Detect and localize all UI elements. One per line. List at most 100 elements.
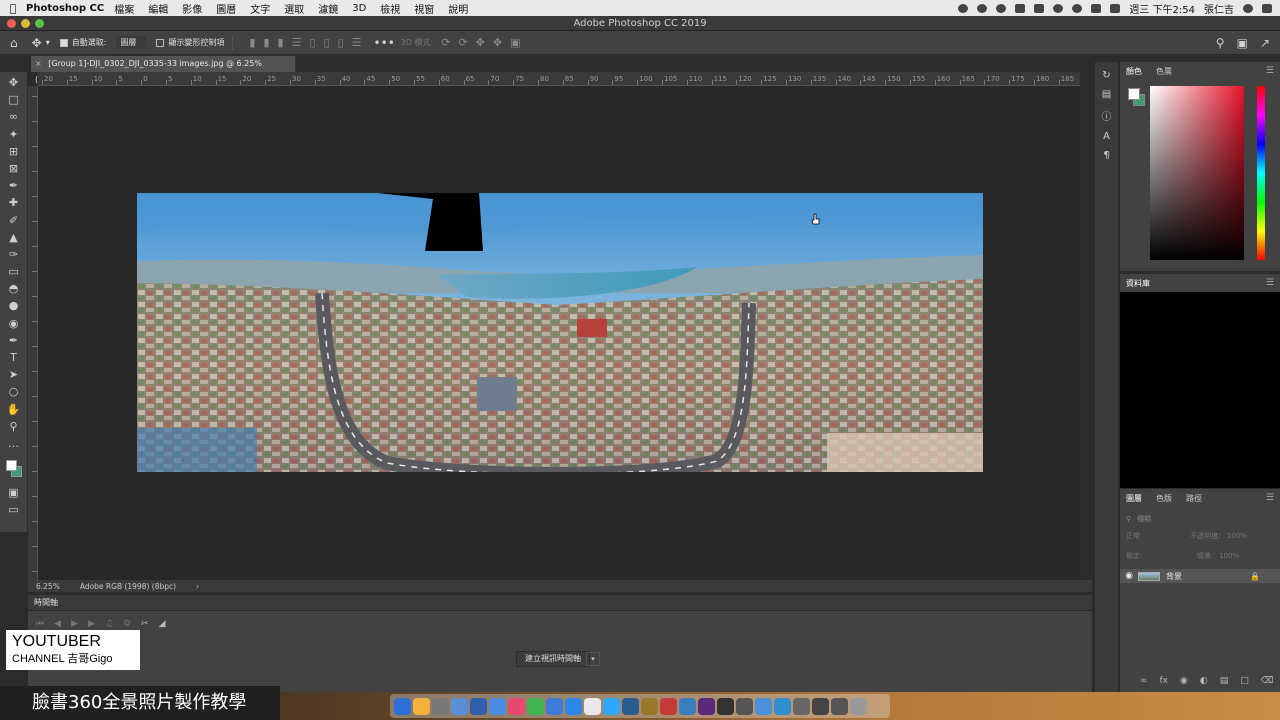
move-tool-icon[interactable]: ✥ [5, 74, 23, 91]
clock[interactable]: 週三 下午2:54 [1129, 1, 1195, 16]
m-app-icon[interactable] [660, 697, 677, 715]
menu-help[interactable]: 說明 [448, 1, 468, 16]
marquee-tool-icon[interactable]: □ [5, 91, 23, 108]
menu-layer[interactable]: 圖層 [216, 1, 236, 16]
share-icon[interactable]: ↗ [1260, 36, 1270, 50]
lasso-tool-icon[interactable]: ∞ [5, 108, 23, 125]
history-icon[interactable]: ↻ [1102, 70, 1110, 81]
timeline-title[interactable]: 時間軸 [34, 598, 58, 607]
creative-cloud-icon[interactable] [996, 3, 1007, 13]
menu-edit[interactable]: 編輯 [148, 1, 168, 16]
new-layer-icon[interactable]: □ [1240, 676, 1249, 686]
zoom-level[interactable]: 6.25% [36, 582, 60, 591]
audio-icon[interactable]: ♫ [105, 619, 113, 629]
blur-tool-icon[interactable]: ● [5, 297, 23, 314]
orbit-3d-icon[interactable]: ⟳ [441, 36, 450, 49]
play-icon[interactable]: ▶ [71, 619, 78, 629]
history-brush-tool-icon[interactable]: ✑ [5, 246, 23, 263]
menu-filter[interactable]: 濾鏡 [318, 1, 338, 16]
info-icon[interactable]: ⓘ [1102, 108, 1112, 123]
search-icon[interactable]: ⚲ [1216, 36, 1225, 50]
drag-3d-icon[interactable]: ✥ [476, 36, 485, 49]
menu-select[interactable]: 選取 [284, 1, 304, 16]
group-icon[interactable]: ▤ [1220, 676, 1229, 686]
sync-icon[interactable] [977, 3, 988, 13]
document-tab[interactable]: × [Group 1]-DJI_0302_DJI_0335-33 images.… [31, 56, 296, 84]
align-left-icon[interactable]: ▮ [249, 36, 255, 49]
hand-tool-icon[interactable]: ✋ [5, 401, 23, 418]
align-middle-icon[interactable]: ▯ [324, 36, 330, 49]
adjustment-layer-icon[interactable]: ◐ [1200, 676, 1208, 686]
healing-tool-icon[interactable]: ✚ [5, 194, 23, 211]
paragraph-icon[interactable]: ¶ [1103, 150, 1109, 161]
dodge-tool-icon[interactable]: ◉ [5, 315, 23, 332]
lightroom-icon[interactable] [622, 697, 639, 715]
menu-3d[interactable]: 3D [352, 3, 366, 14]
type-tool-icon[interactable]: T [5, 349, 23, 366]
quick-mask-icon[interactable]: ▣ [5, 484, 23, 501]
appstore-icon[interactable] [546, 697, 563, 715]
create-video-timeline-button[interactable]: 建立視訊時間軸 [516, 651, 590, 667]
prev-frame-icon[interactable]: ◀ [54, 619, 61, 629]
chrome-icon[interactable] [584, 697, 601, 715]
app2-icon[interactable] [755, 697, 772, 715]
music-icon[interactable] [508, 697, 525, 715]
apple-icon[interactable]:  [0, 2, 26, 15]
foreground-color-chip[interactable] [1128, 88, 1140, 100]
app-menu[interactable]: Photoshop CC [26, 3, 104, 14]
premiere-icon[interactable] [698, 697, 715, 715]
messenger-icon[interactable] [565, 697, 582, 715]
tab-color[interactable]: 顏色 [1126, 66, 1142, 77]
layer-kind-dropdown[interactable]: 種類 [1137, 514, 1151, 524]
mask-icon[interactable]: ◉ [1180, 676, 1188, 686]
bluetooth-icon[interactable] [1053, 3, 1064, 13]
layer-filter[interactable]: ⚲ 種類 [1126, 513, 1274, 525]
crop-tool-icon[interactable]: ⊞ [5, 143, 23, 160]
mail-icon[interactable] [489, 697, 506, 715]
align-top-icon[interactable]: ▯ [309, 36, 315, 49]
finder-window-icon[interactable] [679, 697, 696, 715]
panel-menu-icon[interactable]: ☰ [1266, 278, 1274, 288]
close-tab-icon[interactable]: × [35, 59, 42, 68]
tab-paths[interactable]: 路徑 [1186, 493, 1202, 504]
roll-3d-icon[interactable]: ⟳ [458, 36, 467, 49]
menu-type[interactable]: 文字 [250, 1, 270, 16]
fill-value[interactable]: 100% [1219, 552, 1239, 560]
more-options-icon[interactable]: ••• [374, 36, 395, 50]
align-bottom-icon[interactable]: ▯ [338, 36, 344, 49]
align-center-icon[interactable]: ▮ [263, 36, 269, 49]
chevron-down-icon[interactable]: ▾ [46, 38, 50, 47]
distribute-icon[interactable]: ☰ [292, 36, 302, 49]
chevron-right-icon[interactable]: › [196, 582, 199, 591]
eye-icon[interactable]: ◉ [1120, 571, 1138, 581]
brush-tool-icon[interactable]: ✐ [5, 212, 23, 229]
menu-image[interactable]: 影像 [182, 1, 202, 16]
notes-icon[interactable] [413, 697, 430, 715]
chevron-down-icon[interactable]: ▾ [586, 652, 600, 666]
wifi-icon[interactable] [1072, 3, 1083, 13]
move-tool-icon[interactable]: ✥ [32, 36, 42, 50]
menu-window[interactable]: 視窗 [414, 1, 434, 16]
panorama-image[interactable] [137, 193, 983, 472]
app-icon[interactable] [736, 697, 753, 715]
zoom-window-button[interactable] [35, 19, 44, 28]
show-transform-checkbox[interactable] [156, 38, 165, 47]
panel-menu-icon[interactable]: ☰ [1266, 66, 1274, 76]
link-icon[interactable]: ∞ [1140, 676, 1148, 686]
scale-3d-icon[interactable]: ▣ [510, 36, 520, 49]
blend-mode-dropdown[interactable]: 正常 [1126, 532, 1140, 540]
color-swatches[interactable] [4, 458, 24, 478]
tab-swatches[interactable]: 色票 [1156, 66, 1172, 77]
minimize-window-button[interactable] [21, 19, 30, 28]
auto-select-dropdown[interactable]: 圖層 [116, 36, 147, 49]
archive-icon[interactable] [641, 697, 658, 715]
document-canvas[interactable] [38, 86, 1080, 580]
screen-mode-icon[interactable]: ▭ [5, 501, 23, 518]
align-right-icon[interactable]: ▮ [278, 36, 284, 49]
launchpad-icon[interactable] [432, 697, 449, 715]
color-field[interactable] [1150, 86, 1244, 260]
character-icon[interactable]: A [1103, 131, 1110, 142]
auto-select-checkbox[interactable] [59, 38, 68, 47]
adjustments-icon[interactable]: ▤ [1102, 89, 1111, 100]
app5-icon[interactable] [812, 697, 829, 715]
